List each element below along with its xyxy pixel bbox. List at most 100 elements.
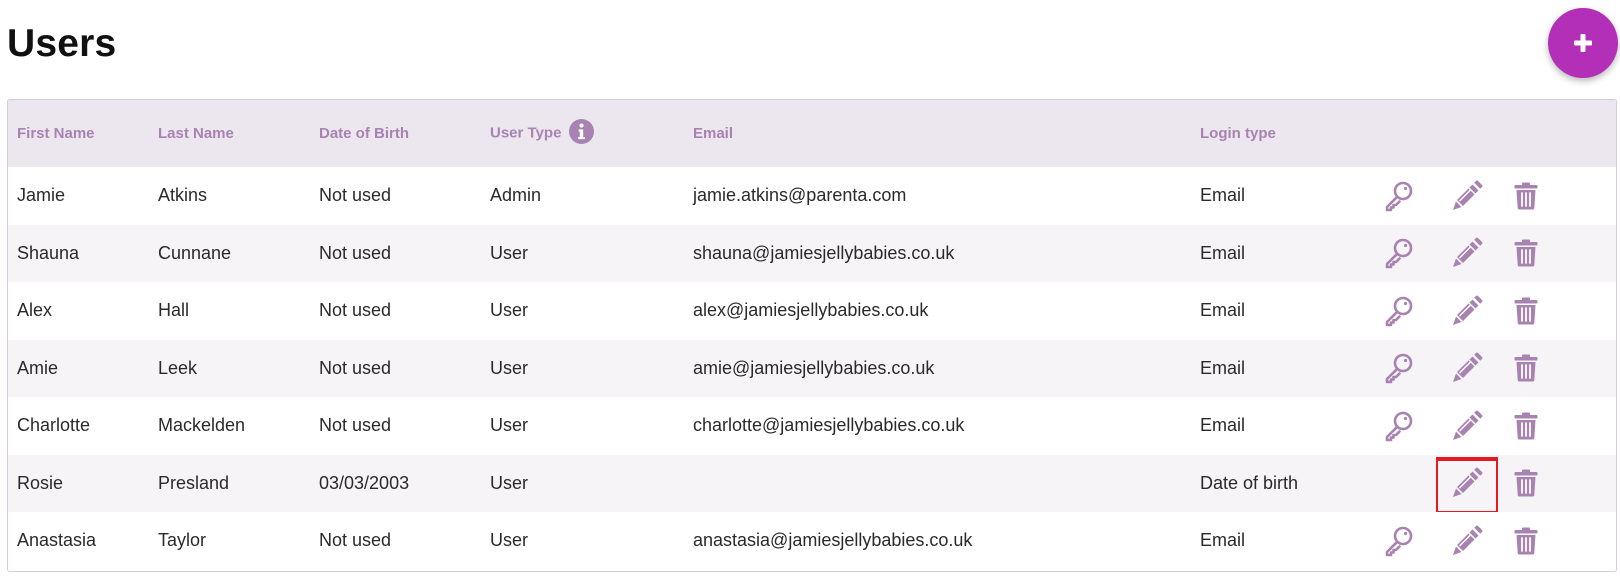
cell-delete-action [1498, 167, 1616, 225]
pencil-icon[interactable] [1441, 345, 1493, 391]
pencil-icon[interactable] [1441, 230, 1493, 276]
key-icon[interactable] [1373, 173, 1425, 219]
cell-first-name: Jamie [17, 185, 66, 206]
trash-icon[interactable] [1500, 403, 1552, 449]
cell-user-type: User [490, 242, 529, 263]
pencil-icon[interactable] [1441, 518, 1493, 564]
cell-last-name: Leek [158, 357, 198, 378]
table-header-row: First Name Last Name Date of Birth User … [8, 100, 1616, 167]
column-header-key-action [1361, 100, 1436, 167]
trash-icon[interactable] [1500, 518, 1552, 564]
column-header-user-type-label: User Type [490, 124, 562, 142]
column-header-login-type[interactable]: Login type [1191, 100, 1361, 167]
cell-date-of-birth: Not used [319, 415, 392, 436]
key-icon[interactable] [1373, 403, 1425, 449]
cell-email: anastasia@jamiesjellybabies.co.uk [693, 530, 973, 551]
pencil-icon[interactable] [1441, 403, 1493, 449]
table-row: Charlotte Mackelden Not used User charlotte@… [8, 397, 1616, 455]
trash-icon[interactable] [1500, 173, 1552, 219]
cell-last-name: Mackelden [158, 415, 246, 436]
key-icon[interactable] [1373, 230, 1425, 276]
cell-user-type: User [490, 415, 529, 436]
cell-key-action [1361, 455, 1436, 513]
cell-user-type: User [490, 530, 529, 551]
cell-first-name: Amie [17, 357, 59, 378]
table-row: Shauna Cunnane Not used User shauna@jamiesje… [8, 224, 1616, 283]
column-header-last-name[interactable]: Last Name [149, 100, 310, 167]
cell-first-name: Shauna [17, 242, 80, 263]
column-header-first-name[interactable]: First Name [8, 100, 149, 167]
cell-delete-action [1498, 455, 1616, 513]
trash-icon[interactable] [1500, 230, 1552, 276]
pencil-icon[interactable] [1441, 288, 1493, 334]
table-row: Alex Hall Not used User alex@jamiesjellybabi… [8, 282, 1616, 340]
table-row: Amie Leek Not used User amie@jamiesjellybabi… [8, 339, 1616, 398]
cell-key-action [1361, 225, 1436, 283]
cell-email: jamie.atkins@parenta.com [693, 185, 907, 206]
table-row: Anastasia Taylor Not used User anastasia@jam… [8, 512, 1616, 570]
cell-user-type: User [490, 357, 529, 378]
cell-last-name: Cunnane [158, 242, 232, 263]
key-icon[interactable] [1373, 518, 1425, 564]
cell-login-type: Email [1200, 300, 1246, 321]
cell-login-type: Email [1200, 530, 1246, 551]
trash-icon[interactable] [1500, 345, 1552, 391]
column-header-delete-action [1498, 100, 1616, 167]
cell-delete-action [1498, 282, 1616, 340]
cell-edit-action [1436, 167, 1498, 225]
key-icon[interactable] [1373, 345, 1425, 391]
cell-delete-action [1498, 512, 1616, 570]
cell-edit-action [1436, 340, 1498, 398]
cell-email: amie@jamiesjellybabies.co.uk [693, 357, 935, 378]
cell-date-of-birth: Not used [319, 242, 392, 263]
column-header-date-of-birth[interactable]: Date of Birth [310, 100, 481, 167]
column-header-edit-action [1436, 100, 1498, 167]
cell-edit-action [1436, 397, 1498, 455]
cell-date-of-birth: Not used [319, 300, 392, 321]
cell-key-action [1361, 512, 1436, 570]
cell-last-name: Atkins [158, 185, 208, 206]
cell-date-of-birth: Not used [319, 357, 392, 378]
trash-icon[interactable] [1500, 288, 1552, 334]
cell-email: shauna@jamiesjellybabies.co.uk [693, 242, 955, 263]
cell-first-name: Anastasia [17, 530, 97, 551]
cell-date-of-birth: Not used [319, 185, 392, 206]
cell-delete-action [1498, 225, 1616, 283]
cell-last-name: Taylor [158, 530, 207, 551]
cell-edit-action [1436, 225, 1498, 283]
key-icon[interactable] [1373, 288, 1425, 334]
column-header-user-type[interactable]: User Type [481, 100, 684, 167]
cell-email: alex@jamiesjellybabies.co.uk [693, 300, 929, 321]
cell-edit-action [1436, 455, 1498, 512]
trash-icon[interactable] [1500, 460, 1552, 506]
cell-edit-action [1436, 512, 1498, 570]
cell-delete-action [1498, 397, 1616, 455]
cell-last-name: Hall [158, 300, 190, 321]
cell-first-name: Alex [17, 300, 53, 321]
cell-last-name: Presland [158, 472, 230, 493]
cell-user-type: User [490, 472, 529, 493]
cell-key-action [1361, 397, 1436, 455]
cell-user-type: Admin [490, 185, 542, 206]
cell-login-type: Email [1200, 185, 1246, 206]
users-table: First Name Last Name Date of Birth User … [7, 99, 1617, 572]
pencil-icon[interactable] [1441, 173, 1493, 219]
info-circle-icon[interactable] [569, 119, 595, 144]
cell-date-of-birth: Not used [319, 530, 392, 551]
cell-user-type: User [490, 300, 529, 321]
cell-login-type: Email [1200, 242, 1246, 263]
cell-login-type: Email [1200, 357, 1246, 378]
plus-icon [1574, 34, 1592, 52]
cell-login-type: Date of birth [1200, 472, 1299, 493]
cell-email [684, 455, 1191, 513]
cell-email: charlotte@jamiesjellybabies.co.uk [693, 415, 965, 436]
cell-key-action [1361, 282, 1436, 340]
table-row: Rosie Presland 03/03/2003 User Date of birth [8, 454, 1616, 513]
cell-first-name: Charlotte [17, 415, 91, 436]
add-user-button[interactable] [1548, 8, 1618, 78]
cell-delete-action [1498, 340, 1616, 398]
cell-first-name: Rosie [17, 472, 64, 493]
cell-login-type: Email [1200, 415, 1246, 436]
column-header-email[interactable]: Email [684, 100, 1191, 167]
pencil-icon[interactable] [1436, 457, 1498, 512]
